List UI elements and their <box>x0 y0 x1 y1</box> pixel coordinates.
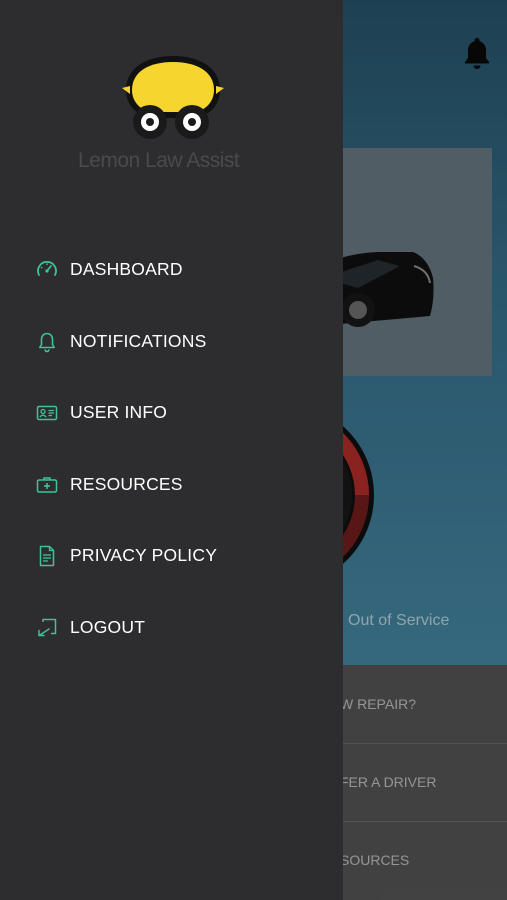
app-logo: Lemon Law Assist <box>78 48 268 183</box>
navigation-drawer: Lemon Law Assist DASHBOARD NOTIFICATIONS… <box>0 0 343 900</box>
speedometer-icon <box>37 261 57 276</box>
menu-label: DASHBOARD <box>70 259 183 279</box>
menu-label: LOGOUT <box>70 617 146 637</box>
menu-label: PRIVACY POLICY <box>70 545 218 565</box>
menu-item-dashboard[interactable]: DASHBOARD <box>0 243 343 295</box>
menu-label: RESOURCES <box>70 474 183 494</box>
lemon-car-icon <box>122 56 224 139</box>
document-icon <box>39 545 55 567</box>
app-logo-text: Lemon Law Assist <box>78 149 240 172</box>
menu-label: NOTIFICATIONS <box>70 331 207 351</box>
menu-item-notifications[interactable]: NOTIFICATIONS <box>0 315 343 367</box>
menu-item-privacy-policy[interactable]: PRIVACY POLICY <box>0 529 343 581</box>
logout-icon <box>38 618 57 637</box>
first-aid-kit-icon <box>36 477 58 493</box>
menu-item-logout[interactable]: LOGOUT <box>0 601 343 653</box>
menu-item-user-info[interactable]: USER INFO <box>0 386 343 438</box>
menu-label: USER INFO <box>70 402 168 422</box>
menu-item-resources[interactable]: RESOURCES <box>0 458 343 510</box>
id-card-icon <box>36 405 58 421</box>
bell-outline-icon <box>39 332 55 353</box>
